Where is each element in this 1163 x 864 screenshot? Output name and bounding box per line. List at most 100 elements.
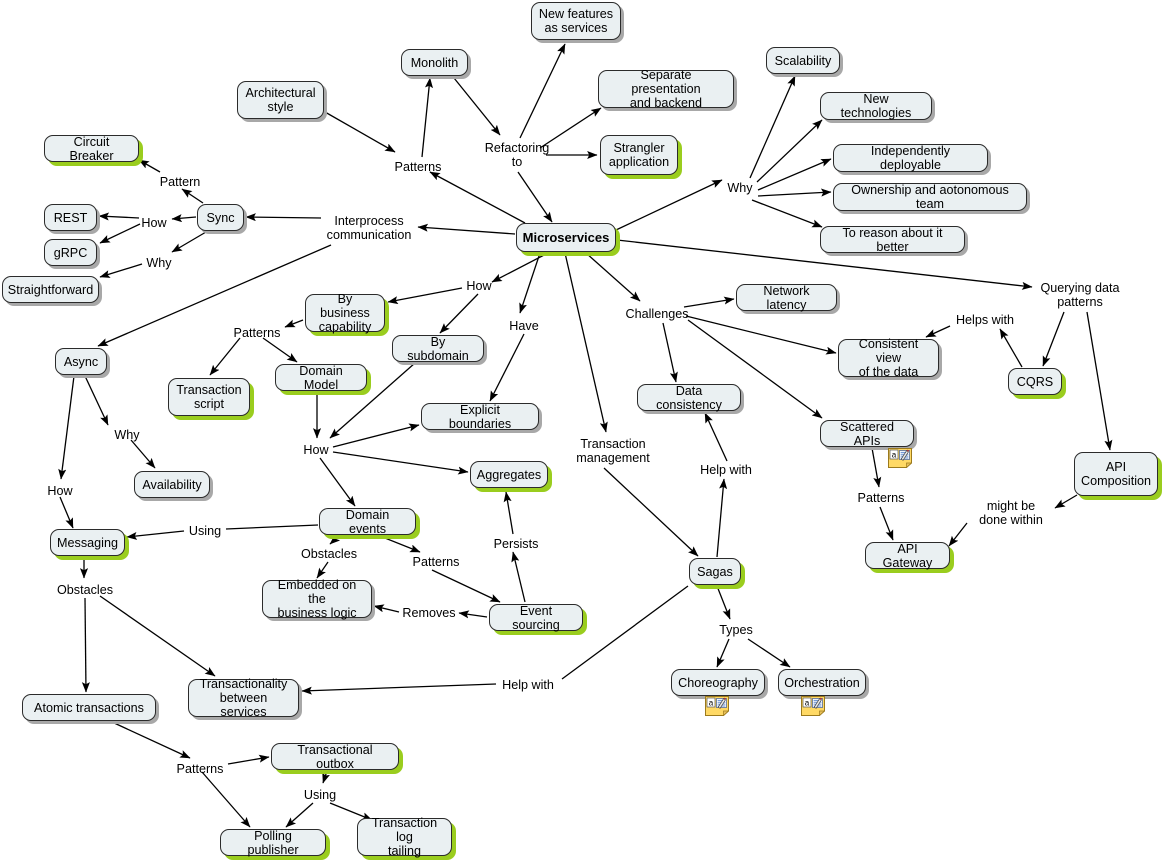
edge-sagas-to-help-with-trans: [561, 585, 689, 680]
sticky-note-icon: a: [705, 696, 730, 717]
concept-api-gateway[interactable]: API Gateway: [865, 542, 950, 570]
concept-new-features-as-services[interactable]: New features as services: [531, 2, 621, 40]
link-phrase-why-sync[interactable]: Why: [143, 255, 175, 271]
link-phrase-transaction-management[interactable]: Transaction management: [570, 436, 656, 466]
edge-domain-events-to-using-messaging: [225, 524, 319, 530]
concept-monolith[interactable]: Monolith: [401, 49, 468, 76]
concept-ownership-autonomous[interactable]: Ownership and aotonomous team: [833, 183, 1027, 211]
concept-to-reason-better[interactable]: To reason about it better: [820, 226, 965, 254]
edge-architectural-style-to-patterns-monolith: [324, 111, 396, 153]
concept-polling-publisher[interactable]: Polling publisher: [220, 829, 326, 857]
concept-sagas[interactable]: Sagas: [689, 558, 741, 585]
link-phrase-helps-with-cqrs[interactable]: Helps with: [953, 312, 1017, 328]
concept-by-subdomain[interactable]: By subdomain: [392, 335, 484, 363]
link-phrase-obstacles-messaging[interactable]: Obstacles: [55, 582, 115, 598]
link-phrase-might-be-done-within[interactable]: might be done within: [970, 498, 1052, 528]
edge-challenges-to-network-latency: [683, 296, 735, 308]
link-phrase-why-async[interactable]: Why: [111, 427, 143, 443]
concept-architectural-style[interactable]: Architectural style: [237, 81, 324, 119]
link-phrase-using-messaging[interactable]: Using: [186, 523, 224, 539]
concept-rest[interactable]: REST: [44, 204, 97, 231]
concept-explicit-boundaries[interactable]: Explicit boundaries: [421, 403, 539, 431]
concept-availability[interactable]: Availability: [134, 471, 210, 498]
edge-why-to-to-reason-better: [751, 199, 823, 228]
concept-embedded-business-logic[interactable]: Embedded on the business logic: [262, 578, 372, 620]
concept-async[interactable]: Async: [55, 348, 107, 375]
concept-circuit-breaker[interactable]: Circuit Breaker: [44, 135, 139, 163]
link-phrase-removes[interactable]: Removes: [401, 605, 457, 621]
link-phrase-challenges[interactable]: Challenges: [626, 306, 689, 322]
link-phrase-have[interactable]: Have: [508, 318, 540, 334]
edge-by-business-capability-to-patterns-dm: [284, 319, 304, 328]
edge-refactoring-to-to-separate-presentation: [539, 107, 602, 149]
concept-transactional-outbox[interactable]: Transactional outbox: [271, 743, 399, 771]
link-phrase-querying-data-patterns[interactable]: Querying data patterns: [1036, 280, 1124, 310]
concept-network-latency[interactable]: Network latency: [736, 284, 837, 312]
edge-patterns-dm-to-domain-model: [262, 337, 298, 363]
concept-strangler-application[interactable]: Strangler application: [600, 135, 678, 175]
edge-async-to-how-async: [58, 375, 75, 480]
edge-sync-to-how-sync: [171, 214, 197, 223]
concept-straightforward[interactable]: Straightforward: [2, 276, 99, 303]
concept-messaging[interactable]: Messaging: [50, 529, 125, 556]
concept-transaction-script[interactable]: Transaction script: [168, 378, 250, 416]
edge-help-with-trans-to-transactionality: [301, 683, 497, 695]
link-phrase-why-microservices[interactable]: Why: [724, 180, 756, 196]
concept-event-sourcing[interactable]: Event sourcing: [489, 604, 583, 632]
edge-sync-to-pattern-sync: [181, 188, 204, 204]
concept-by-business-capability[interactable]: By business capability: [305, 292, 385, 334]
concept-choreography[interactable]: Choreography: [671, 669, 765, 696]
concept-sync[interactable]: Sync: [197, 204, 244, 231]
edge-why-async-to-availability: [130, 439, 156, 469]
concept-atomic-transactions[interactable]: Atomic transactions: [22, 694, 156, 721]
edge-obstacles-de-to-embedded: [316, 561, 329, 579]
link-phrase-obstacles-domain-events[interactable]: Obstacles: [299, 546, 359, 562]
link-phrase-help-with-data-consistency[interactable]: Help with: [696, 462, 756, 478]
link-phrase-patterns-monolith[interactable]: Patterns: [392, 159, 444, 175]
concept-microservices[interactable]: Microservices: [516, 223, 616, 252]
link-phrase-patterns-outbox[interactable]: Patterns: [174, 761, 226, 777]
concept-domain-events[interactable]: Domain events: [319, 508, 416, 536]
link-phrase-patterns-event-sourcing[interactable]: Patterns: [410, 554, 462, 570]
concept-grpc[interactable]: gRPC: [44, 239, 97, 266]
note-resource-icon[interactable]: a: [888, 448, 913, 469]
edge-transactional-outbox-to-using-outbox: [322, 770, 330, 784]
concept-consistent-view[interactable]: Consistent view of the data: [838, 337, 939, 379]
concept-orchestration[interactable]: Orchestration: [778, 669, 866, 696]
link-phrase-help-with-transactionality[interactable]: Help with: [498, 677, 558, 693]
edge-how-bc-to-by-business-capability: [387, 287, 463, 305]
link-phrase-how-domain-model[interactable]: How: [300, 442, 332, 458]
link-phrase-using-outbox[interactable]: Using: [300, 787, 340, 803]
note-resource-icon[interactable]: a: [705, 696, 730, 717]
concept-transactionality[interactable]: Transactionality between services: [188, 677, 299, 719]
link-phrase-types[interactable]: Types: [716, 622, 756, 638]
link-phrase-how-async[interactable]: How: [44, 483, 76, 499]
edge-patterns-sa-to-api-gateway: [879, 506, 894, 541]
concept-data-consistency[interactable]: Data consistency: [637, 384, 741, 412]
concept-domain-model[interactable]: Domain Model: [275, 364, 367, 392]
link-phrase-interprocess[interactable]: Interprocess communication: [324, 213, 414, 243]
concept-new-technologies[interactable]: New technologies: [820, 92, 932, 120]
link-phrase-how-sync[interactable]: How: [138, 215, 170, 231]
concept-aggregates[interactable]: Aggregates: [470, 461, 548, 488]
edge-refactoring-to-to-new-features: [519, 43, 566, 139]
note-resource-icon[interactable]: a: [801, 696, 826, 717]
link-phrase-refactoring-to[interactable]: Refactoring to: [481, 140, 553, 170]
concept-transaction-log-tailing[interactable]: Transaction log tailing: [357, 816, 452, 858]
edge-querying-data-to-cqrs: [1042, 311, 1065, 367]
concept-cqrs[interactable]: CQRS: [1008, 368, 1062, 395]
link-phrase-pattern-sync[interactable]: Pattern: [156, 174, 204, 190]
concept-independently-deployable[interactable]: Independently deployable: [833, 144, 988, 172]
link-phrase-patterns-scattered-apis[interactable]: Patterns: [855, 490, 907, 506]
edge-domain-events-to-obstacles-de: [329, 534, 341, 545]
concept-scattered-apis[interactable]: Scattered APIs: [820, 420, 914, 448]
edge-how-bc-to-by-subdomain: [439, 293, 479, 334]
concept-api-composition[interactable]: API Composition: [1074, 452, 1158, 496]
edge-atomic-transactions-to-patterns-outbox: [111, 721, 191, 759]
edge-api-composition-to-might-be: [1054, 494, 1078, 509]
concept-separate-presentation[interactable]: Separate presentation and backend: [598, 68, 734, 110]
link-phrase-how-business-capability[interactable]: How: [463, 278, 495, 294]
link-phrase-patterns-domain-model[interactable]: Patterns: [231, 325, 283, 341]
link-phrase-persists[interactable]: Persists: [491, 536, 541, 552]
concept-scalability[interactable]: Scalability: [766, 47, 840, 74]
